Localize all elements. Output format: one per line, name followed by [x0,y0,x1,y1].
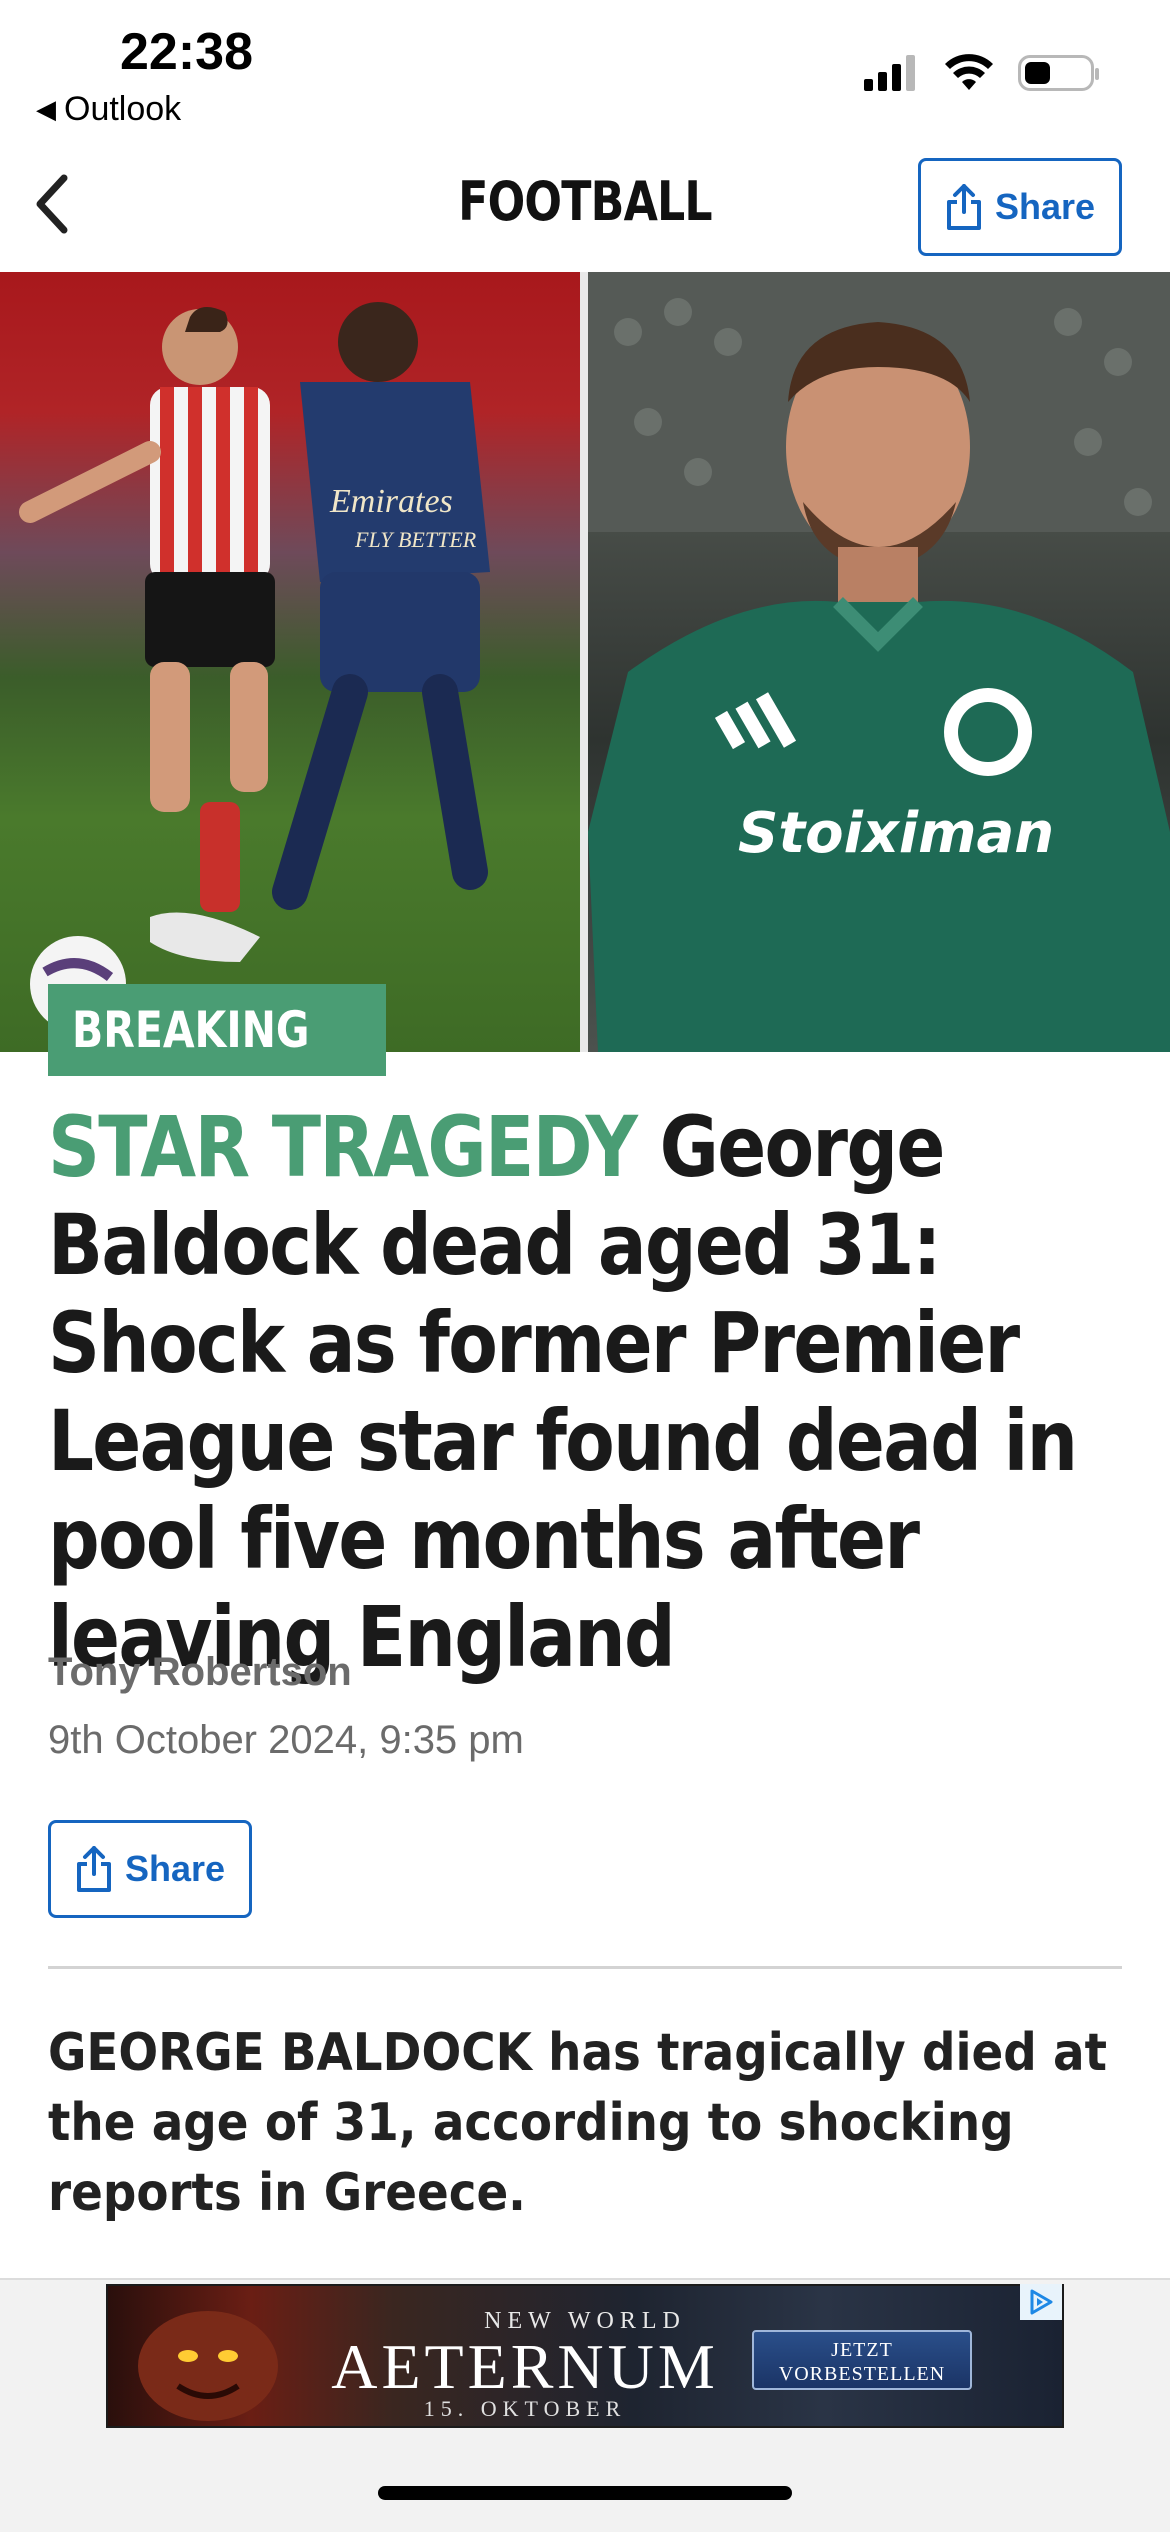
back-chevron-button[interactable] [20,172,84,236]
back-to-app-link[interactable]: ◀ Outlook [36,90,181,129]
portrait-illustration: Stoiximan [588,272,1170,1052]
svg-text:Stoiximan: Stoiximan [738,801,1054,866]
status-icons [864,54,1099,92]
content-divider [48,1966,1122,1969]
chevron-left-icon [36,174,68,234]
article-page: 22:38 ◀ Outlook FOOTBALL Share Emirates … [0,0,1170,2532]
share-button-article[interactable]: Share [48,1820,252,1918]
breaking-label: BREAKING [72,1001,310,1059]
home-indicator[interactable] [378,2486,792,2500]
svg-text:Emirates: Emirates [329,483,453,520]
ad-cta-line2: VORBESTELLEN [778,2363,946,2385]
article-headline: STAR TRAGEDY George Baldock dead aged 31… [48,1098,1132,1686]
back-triangle-icon: ◀ [36,94,56,124]
hero-divider [580,272,588,1052]
battery-icon [1018,55,1099,91]
adchoices-icon[interactable] [1020,2284,1062,2320]
svg-text:FLY BETTER: FLY BETTER [354,527,477,552]
wifi-icon [945,54,993,90]
hero-image: Emirates FLY BETTER Stoiximan [0,272,1170,1052]
back-app-label: Outlook [64,90,182,128]
ad-banner[interactable]: NEW WORLD AETERNUM 15. OKTOBER JETZT VOR… [106,2284,1064,2428]
ad-date: 15. OKTOBER [423,2396,627,2421]
adchoices-triangle-icon [1030,2289,1053,2315]
ad-cta-button[interactable]: JETZT VORBESTELLEN [752,2330,972,2390]
article-lede: GEORGE BALDOCK has tragically died at th… [48,2023,1107,2223]
share-label: Share [994,186,1096,227]
publish-date: 9th October 2024, 9:35 pm [48,1718,524,1762]
share-button-header[interactable]: Share [918,158,1122,256]
cellular-signal-icon [864,55,915,91]
hero-photo-portrait: Stoiximan [588,272,1170,1052]
breaking-badge: BREAKING [48,984,386,1076]
share-label: Share [124,1848,226,1889]
match-illustration: Emirates FLY BETTER [19,302,490,1032]
battery-level [1025,62,1050,84]
author-name[interactable]: Tony Robertson [48,1650,352,1695]
status-time: 22:38 [120,23,253,81]
ad-cta-line1: JETZT [831,2339,893,2361]
headline-kicker: STAR TRAGEDY [48,1098,638,1196]
hero-photo-match: Emirates FLY BETTER [0,272,580,1052]
share-icon [76,1846,111,1892]
share-icon [946,184,981,230]
